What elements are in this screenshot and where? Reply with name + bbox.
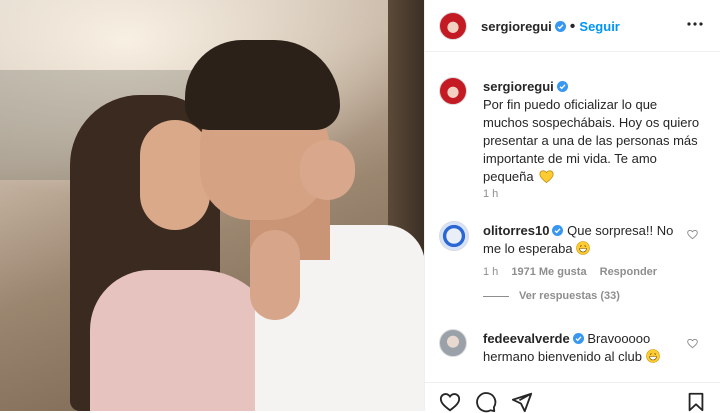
comment-username[interactable]: fedeevalverde bbox=[483, 331, 570, 346]
comment-avatar-olitorres10[interactable] bbox=[439, 221, 469, 251]
view-replies-button[interactable]: Ver respuestas (33) bbox=[519, 290, 620, 302]
instagram-post: sergioregui • Seguir sergioregui Por fin p… bbox=[0, 0, 720, 413]
comment-fedeevalverde: fedeevalverde Bravooooo hermano bienveni… bbox=[483, 330, 683, 366]
like-comment-heart-icon[interactable] bbox=[687, 229, 698, 240]
bookmark-icon[interactable] bbox=[685, 391, 707, 413]
grinning-sweat-face-icon bbox=[576, 241, 591, 255]
caption-text: Por fin puedo oficializar lo que muchos … bbox=[483, 97, 700, 184]
comment-icon[interactable] bbox=[475, 391, 497, 413]
comment-time[interactable]: 1 h bbox=[483, 266, 498, 278]
caption: sergioregui Por fin puedo oficializar lo… bbox=[483, 78, 703, 186]
more-options-icon[interactable] bbox=[685, 14, 705, 34]
grinning-sweat-face-icon bbox=[645, 349, 660, 363]
post-header: sergioregui • Seguir bbox=[425, 0, 720, 52]
photo-hand-on-neck bbox=[300, 140, 355, 200]
comment-likes[interactable]: 1971 Me gusta bbox=[511, 266, 586, 278]
comment-avatar-fedeevalverde[interactable] bbox=[439, 329, 467, 357]
post-sidebar: sergioregui • Seguir sergioregui Por fin p… bbox=[424, 0, 720, 413]
caption-time[interactable]: 1 h bbox=[483, 188, 498, 200]
caption-username[interactable]: sergioregui bbox=[483, 79, 554, 94]
photo-hand-on-chest bbox=[250, 230, 300, 320]
yellow-heart-icon bbox=[539, 170, 554, 183]
view-replies-label: Ver respuestas (33) bbox=[519, 290, 620, 302]
header-author-line: sergioregui • Seguir bbox=[481, 18, 620, 36]
header-username[interactable]: sergioregui bbox=[481, 19, 552, 34]
author-avatar[interactable] bbox=[439, 12, 467, 40]
comment-username[interactable]: olitorres10 bbox=[483, 223, 549, 238]
comment-olitorres10: olitorres10 Que sorpresa!! No me lo espe… bbox=[483, 222, 683, 258]
reply-button[interactable]: Responder bbox=[600, 266, 657, 278]
action-bar bbox=[425, 382, 720, 413]
like-comment-heart-icon[interactable] bbox=[687, 338, 698, 349]
view-replies-divider bbox=[483, 296, 509, 297]
verified-badge-icon bbox=[552, 225, 564, 236]
verified-badge-icon bbox=[556, 81, 568, 92]
verified-badge-icon bbox=[554, 21, 566, 32]
post-photo[interactable] bbox=[0, 0, 424, 411]
follow-button[interactable]: Seguir bbox=[579, 19, 619, 34]
verified-badge-icon bbox=[572, 333, 584, 344]
heart-icon[interactable] bbox=[439, 391, 461, 413]
caption-avatar[interactable] bbox=[439, 77, 467, 105]
comment-meta: 1 h 1971 Me gusta Responder bbox=[483, 266, 657, 278]
share-icon[interactable] bbox=[511, 391, 533, 413]
header-separator: • bbox=[569, 18, 576, 35]
